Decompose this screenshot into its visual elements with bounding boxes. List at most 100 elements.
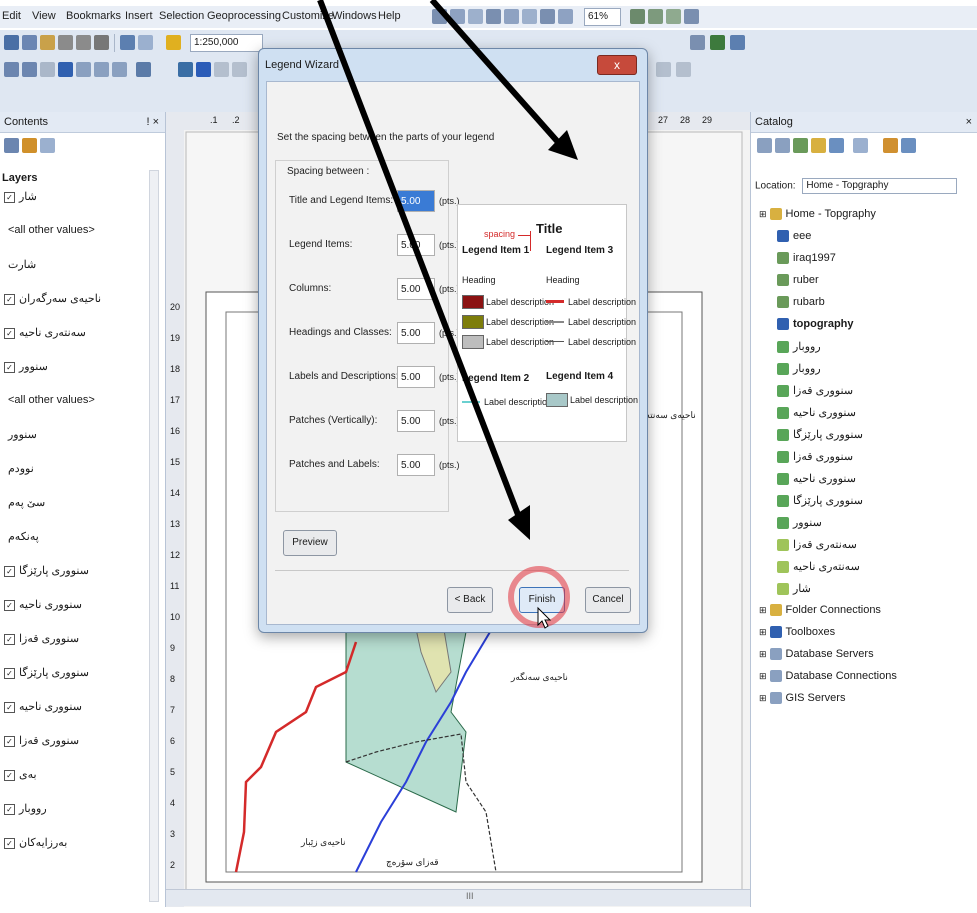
connect-icon[interactable] <box>901 138 916 153</box>
layout-tool-icon[interactable] <box>630 9 645 24</box>
up-icon[interactable] <box>793 138 808 153</box>
layer-checkbox[interactable]: ✓ <box>4 327 15 339</box>
catalog-tree-item[interactable]: سنووری قەزا <box>777 384 853 398</box>
expand-icon[interactable]: ⊞ <box>759 209 767 219</box>
catalog-tree-icon[interactable] <box>883 138 898 153</box>
measure-icon[interactable] <box>232 62 247 77</box>
layout-tool-icon[interactable] <box>486 9 501 24</box>
catalog-tree-item[interactable]: ⊞ Folder Connections <box>759 604 881 617</box>
catalog-tree-item[interactable]: سنووری قەزا <box>777 450 853 464</box>
menu-bookmarks[interactable]: Bookmarks <box>66 10 121 22</box>
toc-layer-item[interactable]: ✓ سنووری پارێزگا <box>4 564 89 577</box>
layer-checkbox[interactable]: ✓ <box>4 735 15 747</box>
toc-layer-item[interactable]: <all other values> <box>4 394 95 406</box>
toc-layer-item[interactable]: ✓ بەی <box>4 768 37 781</box>
toc-layer-item[interactable]: ✓ سنووری قەزا <box>4 632 79 645</box>
identify-icon[interactable] <box>196 62 211 77</box>
layer-checkbox[interactable]: ✓ <box>4 293 15 305</box>
forward-extent-icon[interactable] <box>112 62 127 77</box>
expand-icon[interactable]: ⊞ <box>759 605 767 615</box>
layout-tool-icon[interactable] <box>450 9 465 24</box>
catalog-tree-item[interactable]: سنووری پارێزگا <box>777 428 863 442</box>
layout-tool-icon[interactable] <box>684 9 699 24</box>
html-popup-icon[interactable] <box>676 62 691 77</box>
find-icon[interactable] <box>214 62 229 77</box>
layer-checkbox[interactable]: ✓ <box>4 633 15 645</box>
spacing-value-input[interactable]: 5.00 <box>397 322 435 344</box>
spacing-value-input[interactable]: 5.00 <box>397 190 435 212</box>
scroll-thumb[interactable]: III <box>466 891 474 901</box>
expand-icon[interactable]: ⊞ <box>759 649 767 659</box>
new-icon[interactable] <box>4 35 19 50</box>
undo-icon[interactable] <box>120 35 135 50</box>
layout-tool-icon[interactable] <box>432 9 447 24</box>
toc-layer-item[interactable]: ✓ سنوور <box>4 360 48 373</box>
list-by-source-icon[interactable] <box>22 138 37 153</box>
open-icon[interactable] <box>22 35 37 50</box>
toc-layer-item[interactable]: ✓ سنووری ناحیە <box>4 700 82 713</box>
menu-view[interactable]: View <box>32 10 56 22</box>
catalog-tree-item[interactable]: رووبار <box>777 340 821 354</box>
menu-customize[interactable]: Customize <box>282 10 334 22</box>
expand-icon[interactable]: ⊞ <box>759 671 767 681</box>
redo-icon[interactable] <box>138 35 153 50</box>
layer-checkbox[interactable]: ✓ <box>4 599 15 611</box>
layout-tool-icon[interactable] <box>540 9 555 24</box>
toc-layer-item[interactable]: ✓ سەنتەری ناحیە <box>4 326 86 339</box>
catalog-tree-item[interactable]: ⊞ Database Servers <box>759 648 874 661</box>
catalog-tree-item[interactable]: سنووری ناحیە <box>777 406 856 420</box>
scale-combo[interactable]: 1:250,000 <box>190 34 263 52</box>
layer-checkbox[interactable]: ✓ <box>4 361 15 373</box>
pan-icon[interactable] <box>40 62 55 77</box>
editor-icon[interactable] <box>690 35 705 50</box>
view-icon[interactable] <box>853 138 868 153</box>
toc-layer-item[interactable]: ✓ رووبار <box>4 802 47 815</box>
back-button[interactable]: < Back <box>447 587 493 613</box>
select-features-icon[interactable] <box>136 62 151 77</box>
expand-icon[interactable]: ⊞ <box>759 627 767 637</box>
layer-checkbox[interactable]: ✓ <box>4 565 15 577</box>
layers-label[interactable]: Layers <box>2 172 37 184</box>
cancel-button[interactable]: Cancel <box>585 587 631 613</box>
layout-tool-icon[interactable] <box>468 9 483 24</box>
toc-layer-item[interactable]: <all other values> <box>4 224 95 236</box>
copy-icon[interactable] <box>76 35 91 50</box>
toc-layer-item[interactable]: ✓ سنووری قەزا <box>4 734 79 747</box>
back-icon[interactable] <box>757 138 772 153</box>
layout-tool-icon[interactable] <box>558 9 573 24</box>
toc-scrollbar[interactable] <box>149 170 159 902</box>
menu-edit[interactable]: Edit <box>2 10 21 22</box>
catalog-tree-item[interactable]: eee <box>777 230 811 243</box>
toc-layer-item[interactable]: شارت <box>4 258 36 271</box>
forward-icon[interactable] <box>775 138 790 153</box>
toc-layer-item[interactable]: ✓ بەرزایەکان <box>4 836 67 849</box>
list-by-drawing-icon[interactable] <box>4 138 19 153</box>
catalog-tree-item[interactable]: شار <box>777 582 811 596</box>
layout-tool-icon[interactable] <box>504 9 519 24</box>
catalog-tree-item[interactable]: رووبار <box>777 362 821 376</box>
zoom-combo[interactable]: 61% <box>584 8 621 26</box>
add-data-icon[interactable] <box>166 35 181 50</box>
toc-layer-item[interactable]: نوودم <box>4 462 34 475</box>
catalog-close-icon[interactable]: × <box>966 112 972 132</box>
catalog-tree-item[interactable]: topography <box>777 318 854 331</box>
toc-layer-item[interactable]: ✓ شار <box>4 190 37 203</box>
toc-layer-item[interactable]: پەنکەم <box>4 530 39 543</box>
hyperlink-icon[interactable] <box>656 62 671 77</box>
spacing-value-input[interactable]: 5.00 <box>397 366 435 388</box>
menu-selection[interactable]: Selection <box>159 10 204 22</box>
menu-insert[interactable]: Insert <box>125 10 153 22</box>
back-extent-icon[interactable] <box>94 62 109 77</box>
layout-tool-icon[interactable] <box>648 9 663 24</box>
layer-checkbox[interactable]: ✓ <box>4 191 15 203</box>
catalog-tree-item[interactable]: ⊞ Database Connections <box>759 670 897 683</box>
menu-help[interactable]: Help <box>378 10 401 22</box>
catalog-tree-item[interactable]: سەنتەری ناحیە <box>777 560 860 574</box>
cut-icon[interactable] <box>58 35 73 50</box>
expand-icon[interactable]: ⊞ <box>759 693 767 703</box>
menu-geoprocessing[interactable]: Geoprocessing <box>207 10 281 22</box>
toc-layer-item[interactable]: سێ پەم <box>4 496 45 509</box>
spacing-value-input[interactable]: 5.00 <box>397 454 435 476</box>
catalog-tree-item[interactable]: ⊞ Toolboxes <box>759 626 835 639</box>
toc-layer-item[interactable]: سنوور <box>4 428 37 441</box>
